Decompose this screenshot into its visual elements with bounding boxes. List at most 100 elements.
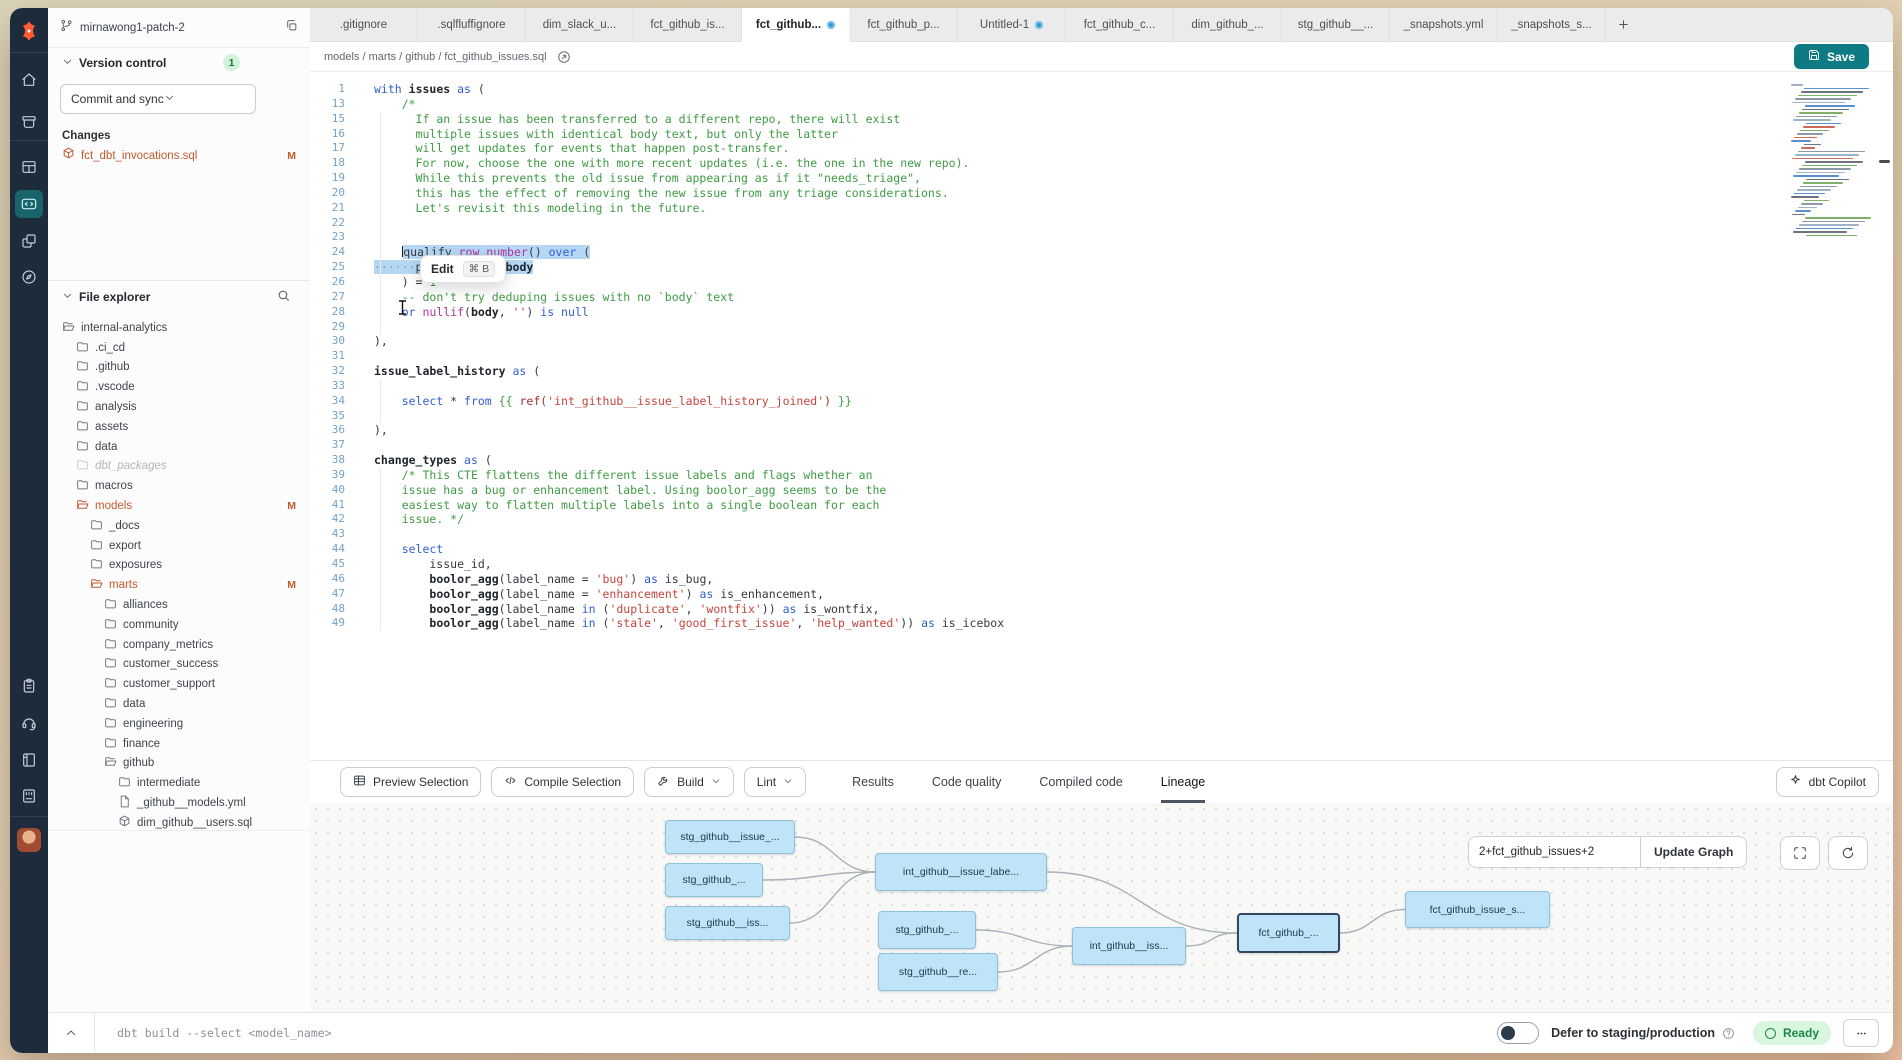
lineage-node-stg_github__iss[interactable]: stg_github__iss... [665, 906, 790, 940]
tree-item-.github[interactable]: .github [48, 358, 310, 378]
changed-file-row[interactable]: fct_dbt_invocations.sql M [62, 147, 296, 165]
tree-item-.ci_cd[interactable]: .ci_cd [48, 338, 310, 358]
tree-item-assets[interactable]: assets [48, 417, 310, 437]
new-tab-button[interactable] [1606, 8, 1640, 41]
lineage-node-stg_github_[interactable]: stg_github_... [665, 863, 763, 897]
edit-action[interactable]: Edit [431, 262, 454, 276]
lineage-node-stg_github_[interactable]: stg_github_... [878, 911, 976, 949]
grid-icon[interactable] [15, 153, 43, 181]
code-icon[interactable] [15, 190, 43, 218]
changes-label: Changes [62, 130, 111, 142]
save-button[interactable]: Save [1794, 44, 1869, 69]
lint-button[interactable]: Lint [744, 767, 806, 797]
panel-tab-compiled-code[interactable]: Compiled code [1039, 761, 1122, 803]
minimap-line [1798, 151, 1865, 153]
compile-selection-button[interactable]: Compile Selection [491, 767, 634, 797]
editor-tab-8[interactable]: fct_github_c... [1066, 8, 1174, 41]
editor-tab-3[interactable]: dim_slack_u... [526, 8, 634, 41]
editor-tab-11[interactable]: _snapshots.yml [1390, 8, 1498, 41]
version-control-header[interactable]: Version control 1 [62, 54, 292, 71]
help-icon[interactable] [1722, 1027, 1735, 1040]
tree-item-data[interactable]: data [48, 694, 310, 714]
editor-tab-1[interactable]: .gitignore [310, 8, 418, 41]
command-placeholder[interactable]: dbt build --select <model_name> [117, 1026, 332, 1040]
minimap-line [1794, 193, 1825, 195]
tree-item-models[interactable]: modelsM [48, 496, 310, 516]
search-icon[interactable] [277, 289, 296, 305]
dbt-copilot-button[interactable]: dbt Copilot [1776, 767, 1879, 797]
expand-command-bar-button[interactable] [48, 1027, 94, 1039]
copy-branch-icon[interactable] [285, 19, 298, 37]
headset-icon[interactable] [15, 709, 43, 737]
tree-item-alliances[interactable]: alliances [48, 595, 310, 615]
tree-item-customer_success[interactable]: customer_success [48, 655, 310, 675]
preview-selection-button[interactable]: Preview Selection [340, 767, 481, 797]
tree-item-internal-analytics[interactable]: internal-analytics [48, 318, 310, 338]
tree-item-_docs[interactable]: _docs [48, 516, 310, 536]
lineage-node-int_github__issue_labe[interactable]: int_github__issue_labe... [875, 853, 1047, 891]
tree-item-community[interactable]: community [48, 615, 310, 635]
book-icon[interactable] [15, 746, 43, 774]
editor-tab-7[interactable]: Untitled-1 [958, 8, 1066, 41]
lineage-node-fct_github_[interactable]: fct_github_... [1237, 913, 1340, 953]
tree-item-company_metrics[interactable]: company_metrics [48, 635, 310, 655]
fullscreen-button[interactable] [1780, 836, 1820, 870]
editor-tab-2[interactable]: .sqlfluffignore [418, 8, 526, 41]
lineage-panel[interactable]: stg_github__issue_... stg_github_... stg_g… [310, 803, 1893, 1012]
code-editor[interactable]: 1with issues as (13 /*15 If an issue has… [310, 72, 1893, 760]
tree-item-macros[interactable]: macros [48, 476, 310, 496]
tree-item-finance[interactable]: finance [48, 734, 310, 754]
tree-item-dbt_packages[interactable]: dbt_packages [48, 457, 310, 477]
lineage-selector-input[interactable] [1468, 836, 1640, 868]
tab-label: fct_github_p... [867, 19, 939, 31]
tree-item-marts[interactable]: martsM [48, 575, 310, 595]
editor-tab-12[interactable]: _snapshots_s... [1498, 8, 1606, 41]
panel-tab-lineage[interactable]: Lineage [1161, 761, 1206, 803]
lineage-node-stg_github__re[interactable]: stg_github__re... [878, 953, 998, 991]
stack-icon[interactable] [15, 108, 43, 136]
home-icon[interactable] [15, 66, 43, 94]
refresh-graph-button[interactable] [1828, 836, 1868, 870]
build-button[interactable]: Build [644, 767, 734, 797]
update-graph-button[interactable]: Update Graph [1640, 836, 1747, 868]
code-line-37: 37 [310, 438, 1893, 453]
open-docs-icon[interactable] [557, 50, 571, 64]
tree-item-analysis[interactable]: analysis [48, 397, 310, 417]
tree-item-exposures[interactable]: exposures [48, 556, 310, 576]
file-explorer-header[interactable]: File explorer [62, 289, 296, 305]
avatar[interactable] [17, 828, 41, 852]
windows-icon[interactable] [15, 227, 43, 255]
editor-tab-10[interactable]: stg_github__... [1282, 8, 1390, 41]
minimap[interactable] [1789, 84, 1871, 242]
tree-item-export[interactable]: export [48, 536, 310, 556]
defer-toggle[interactable] [1497, 1022, 1539, 1044]
editor-tab-6[interactable]: fct_github_p... [850, 8, 958, 41]
editor-tab-4[interactable]: fct_github_is... [634, 8, 742, 41]
tree-item-intermediate[interactable]: intermediate [48, 773, 310, 793]
line-number: 37 [310, 438, 356, 453]
panel-tab-results[interactable]: Results [852, 761, 894, 803]
scrollbar-thumb[interactable] [1879, 160, 1890, 163]
tree-item-_github__models.yml[interactable]: _github__models.yml [48, 793, 310, 813]
editor-tab-9[interactable]: dim_github_... [1174, 8, 1282, 41]
more-options-button[interactable] [1843, 1019, 1879, 1047]
editor-tab-5[interactable]: fct_github... [742, 8, 850, 42]
compass-icon[interactable] [15, 263, 43, 291]
tree-item-label: marts [109, 579, 138, 591]
keypad-icon[interactable] [15, 782, 43, 810]
lineage-node-stg_github__issue_[interactable]: stg_github__issue_... [665, 820, 795, 854]
dbt-logo-icon[interactable] [10, 16, 48, 46]
tree-item-.vscode[interactable]: .vscode [48, 377, 310, 397]
tree-item-customer_support[interactable]: customer_support [48, 674, 310, 694]
tree-item-dim_github__users.sql[interactable]: dim_github__users.sql [48, 813, 310, 831]
line-number: 21 [310, 201, 356, 216]
tree-item-github[interactable]: github [48, 754, 310, 774]
clipboard-icon[interactable] [15, 672, 43, 700]
panel-tab-code-quality[interactable]: Code quality [932, 761, 1002, 803]
icon-rail [10, 8, 48, 1053]
commit-and-sync-button[interactable]: Commit and sync [60, 84, 256, 114]
lineage-node-int_github__iss[interactable]: int_github__iss... [1072, 927, 1186, 965]
tree-item-data[interactable]: data [48, 437, 310, 457]
lineage-node-fct_github_issue_s[interactable]: fct_github_issue_s... [1405, 891, 1550, 928]
tree-item-engineering[interactable]: engineering [48, 714, 310, 734]
